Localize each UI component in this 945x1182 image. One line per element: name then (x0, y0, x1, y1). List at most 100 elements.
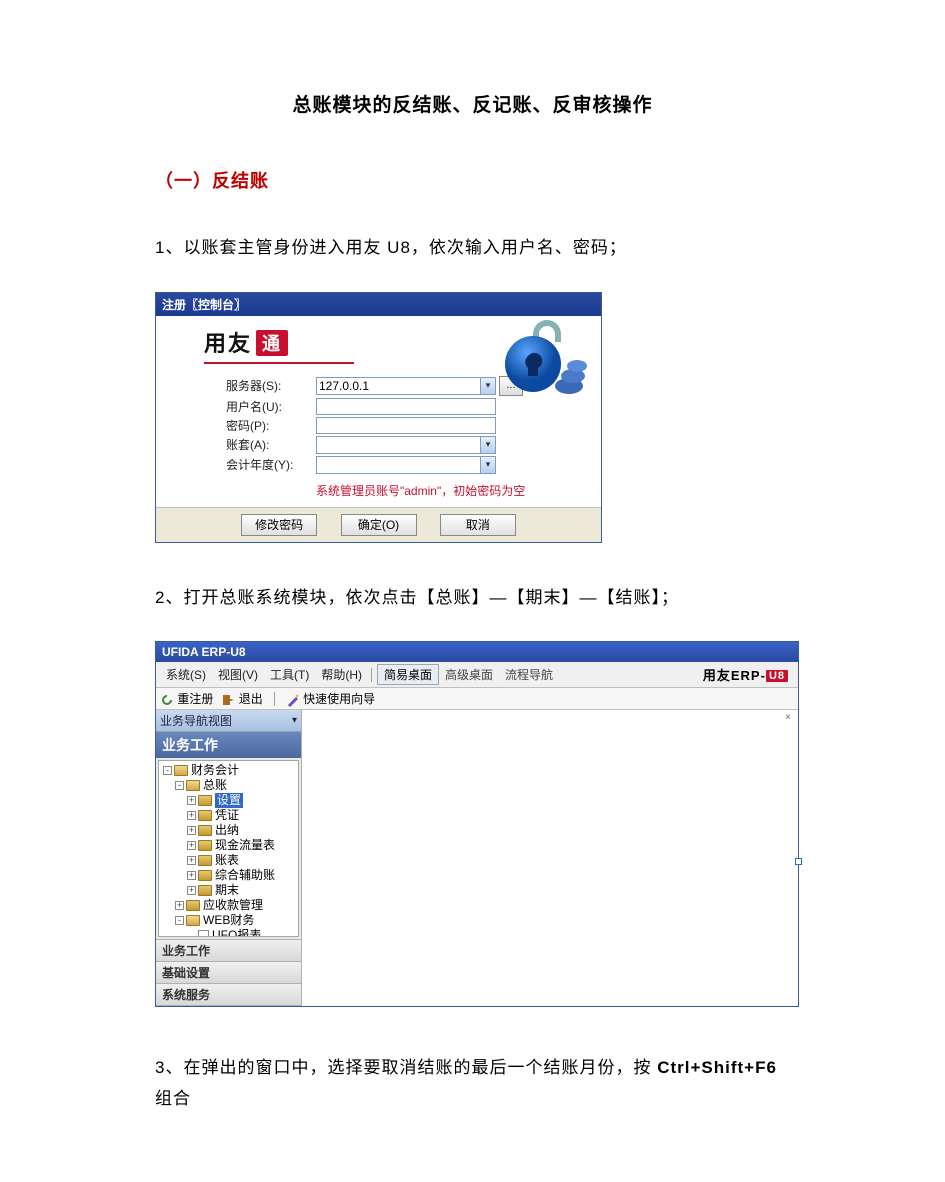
login-titlebar: 注册〖控制台〗 (156, 293, 601, 316)
step-3-pre: 3、在弹出的窗口中，选择要取消结账的最后一个结账月份，按 (155, 1058, 657, 1077)
brand-badge: U8 (766, 670, 788, 682)
login-hint: 系统管理员账号"admin"，初始密码为空 (226, 476, 601, 501)
tree-ar[interactable]: +应收款管理 (159, 898, 298, 913)
server-select[interactable]: 127.0.0.1 ▾ (316, 377, 496, 395)
plus-icon[interactable]: + (187, 841, 196, 850)
erp-content-area: × (302, 710, 798, 1006)
toolbar-exit[interactable]: 退出 (221, 690, 262, 707)
folder-icon (198, 870, 212, 881)
tab-simple-desktop[interactable]: 简易桌面 (377, 664, 439, 685)
tree-gl[interactable]: -总账 (159, 778, 298, 793)
folder-open-icon (174, 765, 188, 776)
folder-open-icon (186, 780, 200, 791)
chevron-down-icon[interactable]: ▾ (480, 437, 495, 453)
folder-icon (198, 885, 212, 896)
minus-icon[interactable]: - (163, 766, 172, 775)
refresh-icon (160, 693, 174, 707)
password-input[interactable] (316, 417, 496, 434)
sidebar-footer: 业务工作 基础设置 系统服务 (156, 939, 301, 1006)
tree-books[interactable]: +账表 (159, 853, 298, 868)
tree-periodend[interactable]: +期末 (159, 883, 298, 898)
change-password-button[interactable]: 修改密码 (241, 514, 317, 536)
brand-erp: ERP- (731, 668, 766, 683)
user-input[interactable] (316, 398, 496, 415)
login-button-bar: 修改密码 确定(O) 取消 (156, 507, 601, 542)
logo-text: 用友 (204, 331, 252, 356)
label-user: 用户名(U): (226, 398, 316, 415)
sidebar-header: 业务导航视图 ▾ (156, 710, 301, 732)
ok-button[interactable]: 确定(O) (341, 514, 417, 536)
tree-aux[interactable]: +综合辅助账 (159, 868, 298, 883)
tab-flow-nav[interactable]: 流程导航 (499, 665, 559, 684)
folder-icon (186, 900, 200, 911)
label-account: 账套(A): (226, 436, 316, 453)
sidebar-header-label: 业务导航视图 (160, 712, 232, 729)
plus-icon[interactable]: + (187, 811, 196, 820)
sidebar-tab-base[interactable]: 基础设置 (156, 962, 301, 984)
plus-icon[interactable]: + (175, 901, 184, 910)
wand-icon (286, 693, 300, 707)
sidebar-tab-biz[interactable]: 业务工作 (156, 940, 301, 962)
menu-divider (371, 668, 372, 682)
menu-system[interactable]: 系统(S) (160, 665, 212, 684)
step-3-shortcut: Ctrl+Shift+F6 (657, 1058, 777, 1077)
close-icon[interactable]: × (784, 714, 792, 722)
document-title: 总账模块的反结账、反记账、反审核操作 (155, 90, 790, 117)
plus-icon[interactable]: + (187, 871, 196, 880)
tree-setup[interactable]: +设置 (159, 793, 298, 808)
login-dialog-figure: 注册〖控制台〗 (155, 292, 602, 543)
section-1-header: （一）反结账 (155, 167, 790, 193)
erp-window-figure: UFIDA ERP-U8 系统(S) 视图(V) 工具(T) 帮助(H) 简易桌… (155, 641, 799, 1007)
step-3-post: 组合 (155, 1089, 191, 1108)
cancel-button[interactable]: 取消 (440, 514, 516, 536)
toolbar-divider (274, 692, 275, 706)
label-password: 密码(P): (226, 417, 316, 434)
step-2-text: 2、打开总账系统模块，依次点击【总账】—【期末】—【结账】； (155, 583, 790, 614)
sidebar-section-title: 业务工作 (156, 732, 301, 758)
erp-toolbar: 重注册 退出 快速使用向导 (156, 688, 798, 710)
tab-advanced-desktop[interactable]: 高级桌面 (439, 665, 499, 684)
sidebar-tab-sys[interactable]: 系统服务 (156, 984, 301, 1006)
folder-icon (198, 810, 212, 821)
plus-icon[interactable]: + (187, 856, 196, 865)
tree-cashflow[interactable]: +现金流量表 (159, 838, 298, 853)
folder-open-icon (186, 915, 200, 926)
folder-icon (198, 825, 212, 836)
toolbar-quickguide[interactable]: 快速使用向导 (286, 690, 375, 707)
tree-voucher[interactable]: +凭证 (159, 808, 298, 823)
chevron-down-icon[interactable]: ▾ (480, 457, 495, 473)
tree-web[interactable]: -WEB财务 (159, 913, 298, 928)
chevron-down-icon[interactable]: ▾ (292, 715, 297, 726)
menu-view[interactable]: 视图(V) (212, 665, 264, 684)
folder-icon (198, 855, 212, 866)
minus-icon[interactable]: - (175, 781, 184, 790)
plus-icon[interactable]: + (187, 826, 196, 835)
logo-badge: 通 (256, 330, 288, 356)
lock-graphic-icon (473, 316, 593, 406)
tree-cashier[interactable]: +出纳 (159, 823, 298, 838)
year-select[interactable]: ▾ (316, 456, 496, 474)
account-select[interactable]: ▾ (316, 436, 496, 454)
door-icon (221, 693, 235, 707)
step-3-text: 3、在弹出的窗口中，选择要取消结账的最后一个结账月份，按 Ctrl+Shift+… (155, 1053, 790, 1114)
menu-help[interactable]: 帮助(H) (315, 665, 368, 684)
nav-tree[interactable]: -财务会计 -总账 +设置 +凭证 +出纳 +现金流量表 +账表 +综合辅助账 … (158, 760, 299, 937)
menu-tools[interactable]: 工具(T) (264, 665, 315, 684)
plus-icon[interactable]: + (187, 796, 196, 805)
label-server: 服务器(S): (226, 377, 316, 394)
brand-text: 用友 (703, 668, 731, 683)
toolbar-relogin[interactable]: 重注册 (160, 690, 213, 707)
resize-handle[interactable] (795, 858, 802, 865)
erp-brand: 用友ERP-U8 (703, 665, 794, 684)
erp-sidebar: 业务导航视图 ▾ 业务工作 -财务会计 -总账 +设置 +凭证 +出纳 +现金流… (156, 710, 302, 1006)
folder-icon (198, 840, 212, 851)
tree-ufo[interactable]: UFO报表 (159, 928, 298, 937)
folder-icon (198, 795, 212, 806)
plus-icon[interactable]: + (187, 886, 196, 895)
erp-titlebar: UFIDA ERP-U8 (156, 642, 798, 662)
minus-icon[interactable]: - (175, 916, 184, 925)
server-value: 127.0.0.1 (319, 379, 369, 393)
step-1-text: 1、以账套主管身份进入用友 U8，依次输入用户名、密码； (155, 233, 790, 264)
label-year: 会计年度(Y): (226, 456, 316, 473)
tree-finance[interactable]: -财务会计 (159, 763, 298, 778)
